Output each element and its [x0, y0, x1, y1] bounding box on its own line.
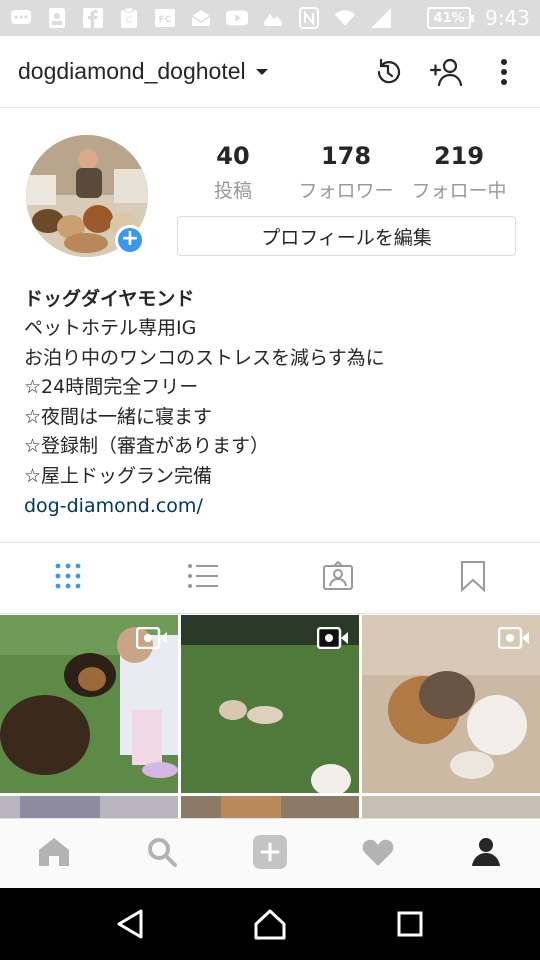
tab-grid[interactable]: [0, 543, 135, 613]
nav-activity[interactable]: [324, 819, 432, 888]
instagram-profile-screen: C FC 41% 9:43 dogdiamond_doghotel + 40 投…: [0, 0, 540, 960]
grid-icon: [54, 562, 82, 594]
bio-line: ☆登録制（審査があります）: [24, 435, 270, 457]
fc-app-icon: FC: [154, 7, 176, 29]
youtube-icon: [226, 7, 248, 29]
following-count: 219: [433, 142, 485, 170]
post-thumbnail[interactable]: [181, 796, 359, 820]
profile-bio: ドッグダイヤモンド ペットホテル専用IG お泊り中のワンコのストレスを減らす為に…: [24, 284, 524, 521]
chevron-down-icon[interactable]: [255, 68, 268, 75]
post-thumbnail[interactable]: [362, 796, 540, 820]
post-thumbnail[interactable]: [0, 796, 178, 820]
posts-count: 40: [216, 142, 250, 170]
recent-apps-icon[interactable]: [385, 899, 435, 949]
add-post-icon: [252, 834, 288, 874]
status-bar: C FC 41% 9:43: [0, 0, 540, 36]
back-icon[interactable]: [105, 899, 155, 949]
tagged-icon: [322, 560, 354, 595]
tab-saved[interactable]: [405, 543, 540, 613]
home-button-icon[interactable]: [245, 899, 295, 949]
following-stat[interactable]: 219 フォロー中: [399, 142, 519, 203]
nav-home[interactable]: [0, 819, 108, 888]
account-username[interactable]: dogdiamond_doghotel: [18, 58, 246, 85]
post-thumbnail[interactable]: [362, 615, 540, 793]
bio-line: ☆24時間完全フリー: [24, 376, 199, 398]
followers-stat[interactable]: 178 フォロワー: [286, 142, 406, 203]
profile-view-tabs: [0, 542, 540, 614]
profile-icon: [470, 836, 502, 872]
nfc-icon: [298, 7, 320, 29]
history-icon[interactable]: [370, 54, 406, 90]
video-icon: [316, 626, 349, 653]
tab-tagged[interactable]: [270, 543, 405, 613]
add-person-icon[interactable]: [428, 54, 464, 90]
clock: 9:43: [485, 6, 530, 30]
followers-label: フォロワー: [298, 180, 394, 202]
add-story-button[interactable]: +: [115, 225, 145, 255]
video-icon: [135, 626, 168, 653]
list-icon: [187, 562, 219, 594]
more-icon[interactable]: [486, 54, 522, 90]
home-icon: [37, 836, 71, 872]
bio-line: ☆夜間は一緒に寝ます: [24, 405, 213, 428]
post-thumbnail[interactable]: [0, 615, 178, 793]
nav-profile[interactable]: [432, 819, 540, 888]
edit-profile-button[interactable]: プロフィールを編集: [177, 216, 516, 256]
svg-text:C: C: [126, 16, 132, 26]
website-link[interactable]: dog-diamond.com/: [24, 491, 524, 521]
posts-stat[interactable]: 40 投稿: [173, 142, 293, 203]
following-label: フォロー中: [411, 180, 507, 202]
battery-indicator: 41%: [427, 7, 475, 29]
nav-search[interactable]: [108, 819, 216, 888]
clipboard-icon: C: [118, 7, 140, 29]
posts-label: 投稿: [213, 180, 252, 202]
photo-icon: [262, 7, 284, 29]
mail-icon: [190, 7, 212, 29]
followers-count: 178: [320, 142, 372, 170]
nav-new-post[interactable]: [216, 819, 324, 888]
bio-line: ☆屋上ドッグラン完備: [24, 464, 213, 487]
profile-top-bar: dogdiamond_doghotel: [0, 36, 540, 108]
post-grid: [0, 615, 540, 820]
bio-line: お泊り中のワンコのストレスを減らす為に: [24, 346, 385, 369]
bottom-navigation: [0, 818, 540, 888]
wifi-icon: [334, 7, 356, 29]
svg-text:FC: FC: [159, 15, 172, 25]
profile-display-name: ドッグダイヤモンド: [24, 288, 195, 310]
signal-icon: [370, 7, 392, 29]
message-icon: [10, 7, 32, 29]
activity-icon: [361, 837, 395, 871]
android-navigation-bar: [0, 888, 540, 960]
saved-icon: [460, 560, 486, 596]
tab-list[interactable]: [135, 543, 270, 613]
bio-line: ペットホテル専用IG: [24, 317, 197, 339]
facebook-icon: [82, 7, 104, 29]
contact-card-icon: [46, 7, 68, 29]
video-icon: [497, 626, 530, 653]
post-thumbnail[interactable]: [181, 615, 359, 793]
search-icon: [146, 836, 178, 872]
battery-level: 41%: [433, 10, 465, 26]
